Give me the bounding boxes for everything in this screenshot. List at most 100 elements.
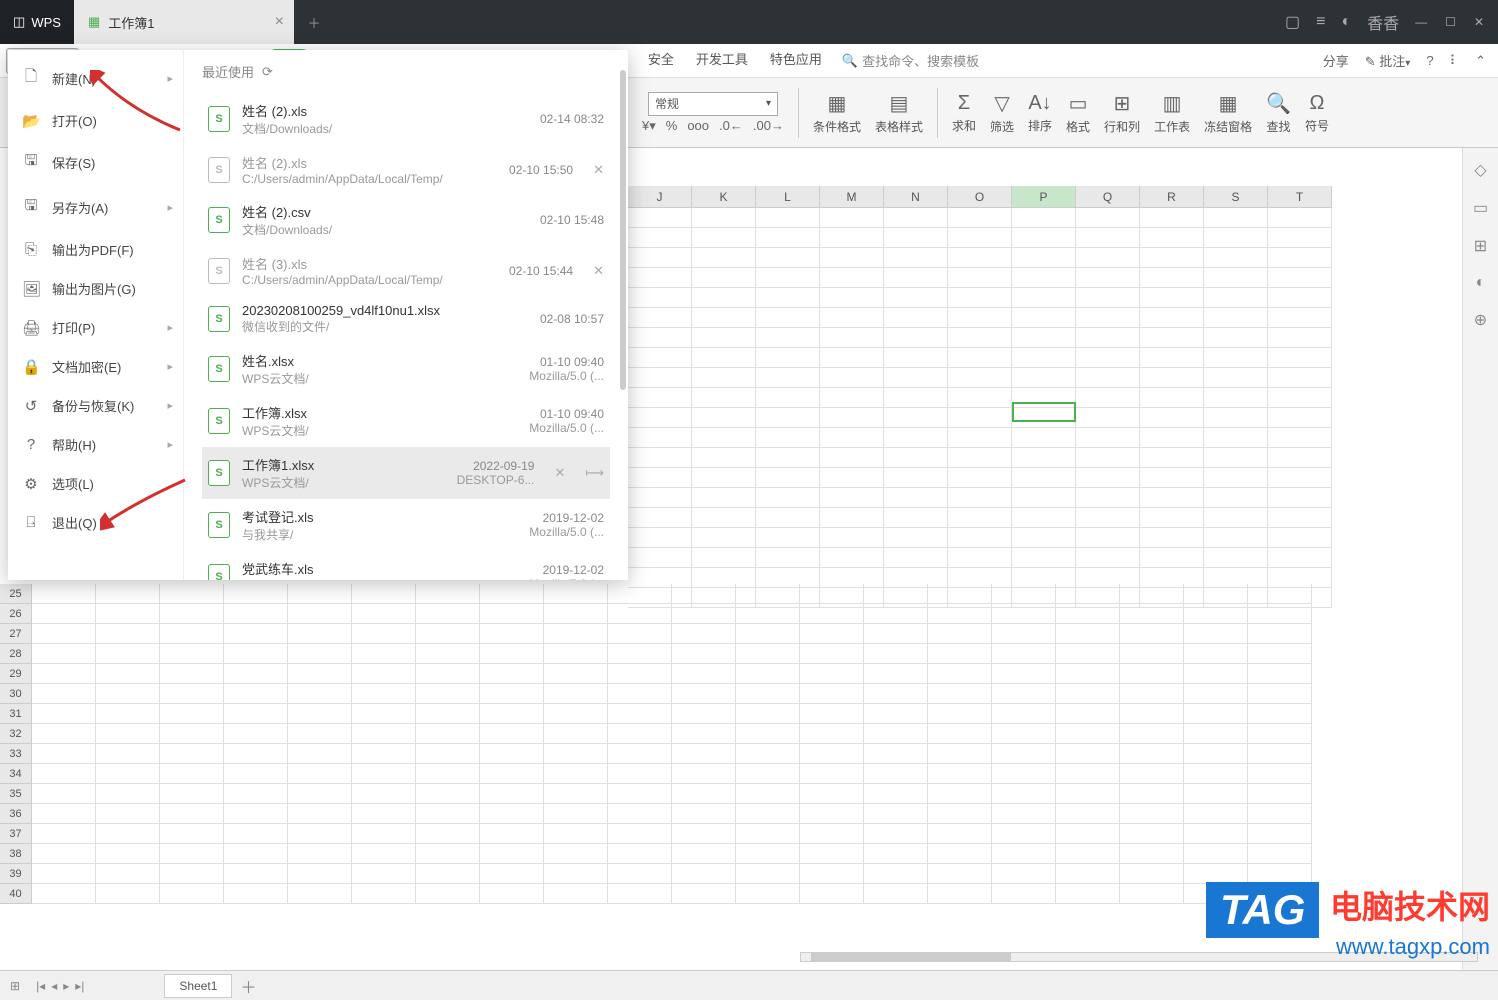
cell[interactable] — [948, 488, 1012, 508]
cell[interactable] — [544, 764, 608, 784]
cell[interactable] — [96, 884, 160, 904]
cell[interactable] — [1120, 804, 1184, 824]
cell[interactable] — [32, 804, 96, 824]
cell[interactable] — [96, 664, 160, 684]
cell[interactable] — [820, 308, 884, 328]
more-icon[interactable]: ⠇ — [1450, 53, 1460, 69]
comma-icon[interactable]: ooo — [687, 118, 709, 134]
cell[interactable] — [416, 804, 480, 824]
cell[interactable] — [1268, 508, 1332, 528]
cell[interactable] — [864, 704, 928, 724]
cell[interactable] — [672, 844, 736, 864]
cell[interactable] — [1056, 684, 1120, 704]
symbol-button[interactable]: Ω符号 — [1305, 92, 1329, 134]
row-header[interactable]: 26 — [0, 604, 32, 624]
cell[interactable] — [948, 228, 1012, 248]
cell[interactable] — [1056, 824, 1120, 844]
cell[interactable] — [1204, 448, 1268, 468]
cell[interactable] — [1184, 724, 1248, 744]
percent-icon[interactable]: % — [666, 118, 678, 134]
cell[interactable] — [1204, 488, 1268, 508]
cell[interactable] — [1120, 764, 1184, 784]
cell[interactable] — [32, 664, 96, 684]
cell[interactable] — [1248, 724, 1312, 744]
cell[interactable] — [1184, 744, 1248, 764]
refresh-icon[interactable]: ⟳ — [262, 64, 273, 80]
recent-file-9[interactable]: S党武练车.xls与我共享/2019-12-02Mozilla/5.0 (... — [202, 551, 610, 580]
cell[interactable] — [224, 864, 288, 884]
cell[interactable] — [692, 208, 756, 228]
cell[interactable] — [1268, 388, 1332, 408]
cell[interactable] — [800, 844, 864, 864]
cell[interactable] — [1140, 408, 1204, 428]
col-header[interactable]: S — [1204, 186, 1268, 208]
cell[interactable] — [1012, 268, 1076, 288]
cell[interactable] — [672, 704, 736, 724]
cell[interactable] — [1056, 624, 1120, 644]
cell[interactable] — [756, 208, 820, 228]
cell[interactable] — [1184, 804, 1248, 824]
cell[interactable] — [884, 268, 948, 288]
cell[interactable] — [416, 824, 480, 844]
cell[interactable] — [1184, 864, 1248, 884]
cell[interactable] — [1140, 208, 1204, 228]
cell[interactable] — [992, 884, 1056, 904]
cell[interactable] — [1248, 624, 1312, 644]
cell[interactable] — [820, 428, 884, 448]
cell[interactable] — [928, 584, 992, 604]
cell[interactable] — [1204, 208, 1268, 228]
cell[interactable] — [628, 228, 692, 248]
cell[interactable] — [736, 784, 800, 804]
sheet-nav-next-icon[interactable]: ▸ — [63, 979, 69, 993]
cell[interactable] — [1056, 584, 1120, 604]
cell[interactable] — [416, 704, 480, 724]
cell[interactable] — [1120, 844, 1184, 864]
cell[interactable] — [1120, 704, 1184, 724]
add-tab-button[interactable]: ＋ — [294, 0, 334, 44]
cell[interactable] — [756, 268, 820, 288]
cell[interactable] — [692, 308, 756, 328]
cell[interactable] — [672, 664, 736, 684]
cell[interactable] — [96, 604, 160, 624]
cell[interactable] — [864, 744, 928, 764]
cell[interactable] — [288, 844, 352, 864]
cell[interactable] — [1184, 784, 1248, 804]
cell[interactable] — [692, 408, 756, 428]
cell[interactable] — [692, 488, 756, 508]
cell[interactable] — [480, 724, 544, 744]
cell[interactable] — [1204, 368, 1268, 388]
cell[interactable] — [1120, 784, 1184, 804]
cell[interactable] — [480, 824, 544, 844]
cell[interactable] — [800, 724, 864, 744]
sheet-tab[interactable]: Sheet1 — [164, 974, 232, 998]
cell[interactable] — [928, 724, 992, 744]
notification-icon[interactable]: ▢ — [1285, 12, 1300, 32]
cell[interactable] — [1012, 208, 1076, 228]
cell[interactable] — [820, 488, 884, 508]
cell[interactable] — [1012, 348, 1076, 368]
cell[interactable] — [628, 528, 692, 548]
cell[interactable] — [1204, 528, 1268, 548]
cell[interactable] — [692, 528, 756, 548]
cell[interactable] — [1056, 644, 1120, 664]
cell[interactable] — [672, 584, 736, 604]
file-menu-item-4[interactable]: ⎘输出为PDF(F) — [8, 230, 183, 269]
cell[interactable] — [1012, 468, 1076, 488]
cell[interactable] — [948, 328, 1012, 348]
cell[interactable] — [480, 764, 544, 784]
cell[interactable] — [1076, 428, 1140, 448]
cell[interactable] — [1268, 408, 1332, 428]
cell[interactable] — [736, 864, 800, 884]
cell[interactable] — [928, 884, 992, 904]
cell[interactable] — [672, 784, 736, 804]
cell[interactable] — [736, 624, 800, 644]
cell[interactable] — [992, 664, 1056, 684]
row-header[interactable]: 35 — [0, 784, 32, 804]
cell[interactable] — [288, 704, 352, 724]
cell[interactable] — [480, 624, 544, 644]
cell[interactable] — [416, 784, 480, 804]
cell[interactable] — [1268, 428, 1332, 448]
cell[interactable] — [756, 448, 820, 468]
cell[interactable] — [1076, 408, 1140, 428]
cell[interactable] — [544, 804, 608, 824]
